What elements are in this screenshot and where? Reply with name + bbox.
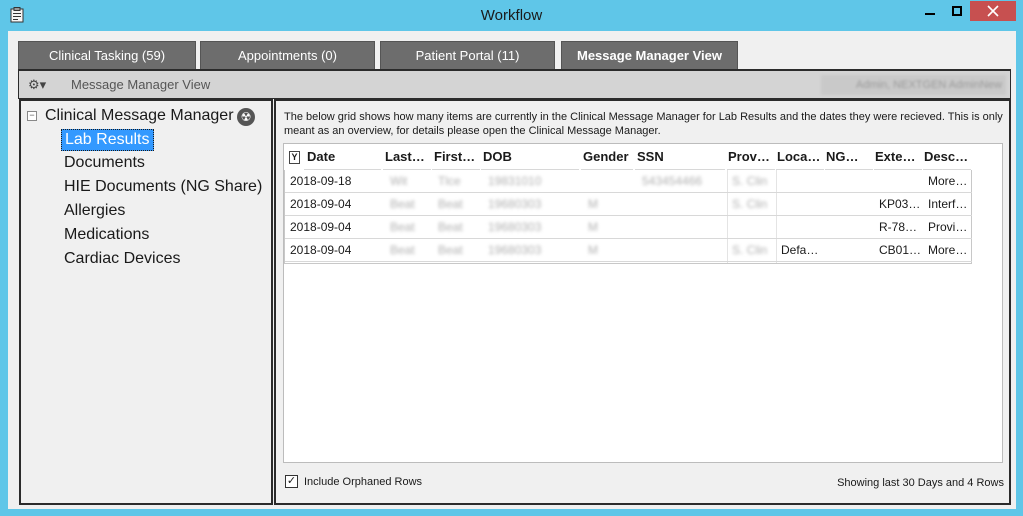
cell-gender: M [588,243,598,257]
cell-description: Interf… [928,197,968,211]
cell-location: Defa… [781,243,819,257]
grid-header: Y Date Last… First… DOB Gender SSN Prov…… [284,144,1002,170]
workflow-window: Workflow Clinical Tasking (59) Appointme… [0,0,1023,516]
tree-item-cardiac-devices[interactable]: Cardiac Devices [61,249,183,271]
tree-item-hie-documents[interactable]: HIE Documents (NG Share) [61,177,265,199]
overview-description: The below grid shows how many items are … [284,111,1003,137]
column-header-first-name[interactable]: First… [434,149,480,164]
grid-body: 2018-09-18 Wit Tlce 19831010 543454466 S… [284,170,972,264]
tab-message-manager-view[interactable]: Message Manager View [561,41,738,69]
results-grid[interactable]: Y Date Last… First… DOB Gender SSN Prov…… [283,143,1003,463]
grid-status-text: Showing last 30 Days and 4 Rows [837,477,1004,489]
tab-patient-portal[interactable]: Patient Portal (11) [380,41,555,69]
cell-description: More… [928,243,968,257]
window-title: Workflow [480,7,543,24]
cell-description: More… [928,174,968,188]
cell-first-name: Tlce [438,174,461,188]
column-header-external[interactable]: Exte… [875,149,921,164]
cell-provider: S. Clin [732,174,768,188]
overview-panel: The below grid shows how many items are … [274,99,1011,505]
gear-icon[interactable]: ⚙▾ [28,76,54,94]
radiation-icon[interactable]: ☢ [237,108,255,126]
column-header-provider[interactable]: Prov… [728,149,774,164]
minimize-icon [925,13,935,15]
include-orphaned-checkbox[interactable]: ✓ [285,475,298,488]
minimize-button[interactable] [917,1,943,21]
cell-last-name: Beat [390,220,415,234]
close-button[interactable] [970,1,1016,21]
cell-dob: 19680303 [488,220,542,234]
column-header-last-name[interactable]: Last… [385,149,430,164]
toolbar: ⚙▾ Message Manager View Admin, NEXTGEN A… [18,69,1011,99]
table-row[interactable]: 2018-09-04 Beat Beat 19680303 M S. Clin … [285,193,972,216]
toolbar-title: Message Manager View [71,77,211,92]
cell-dob: 19680303 [488,243,542,257]
cell-description: Provi… [928,220,968,234]
column-header-gender[interactable]: Gender [583,149,633,164]
cell-date: 2018-09-04 [290,197,352,211]
cell-date: 2018-09-04 [290,243,352,257]
tree-root[interactable]: − Clinical Message Manager [27,107,234,125]
table-row[interactable]: 2018-09-04 Beat Beat 19680303 M S. Clin … [285,239,972,262]
column-header-location[interactable]: Loca… [777,149,823,164]
tree-item-allergies[interactable]: Allergies [61,201,128,223]
include-orphaned-label: Include Orphaned Rows [304,475,423,488]
maximize-button[interactable] [943,1,970,21]
cell-external: CB01… [879,243,922,257]
tree-panel: − Clinical Message Manager ☢ Lab Results… [19,99,273,505]
cell-first-name: Beat [438,243,463,257]
close-icon [987,5,999,17]
cell-last-name: Beat [390,243,415,257]
column-header-ssn[interactable]: SSN [637,149,722,164]
client-area: Clinical Tasking (59) Appointments (0) P… [8,31,1016,509]
cell-last-name: Wit [390,174,408,188]
tab-clinical-tasking[interactable]: Clinical Tasking (59) [18,41,196,69]
table-row[interactable]: 2018-09-04 Beat Beat 19680303 M R-78… Pr… [285,216,972,239]
cell-dob: 19831010 [488,174,542,188]
filter-icon[interactable]: Y [289,151,300,164]
tree-item-lab-results[interactable]: Lab Results [61,129,154,151]
cell-provider: S. Clin [732,243,768,257]
cell-date: 2018-09-18 [290,174,352,188]
user-name-label: Admin, NEXTGEN AdminNew [821,75,1006,95]
column-header-dob[interactable]: DOB [483,149,573,164]
tree-item-documents[interactable]: Documents [61,153,148,175]
cell-date: 2018-09-04 [290,220,352,234]
cell-gender: M [588,220,598,234]
cell-provider: S. Clin [732,197,768,211]
cell-first-name: Beat [438,220,463,234]
column-header-ng[interactable]: NG… [826,149,866,164]
cell-dob: 19680303 [488,197,542,211]
tab-strip: Clinical Tasking (59) Appointments (0) P… [8,31,1016,69]
table-row[interactable]: 2018-09-18 Wit Tlce 19831010 543454466 S… [285,170,972,193]
cell-ssn: 543454466 [642,174,703,188]
title-bar[interactable]: Workflow [0,0,1023,30]
maximize-icon [951,6,962,16]
collapse-icon[interactable]: − [27,111,37,121]
column-header-date[interactable]: Date [307,149,377,164]
column-header-description[interactable]: Desc… [924,149,971,164]
cell-external: KP03… [879,197,921,211]
cell-last-name: Beat [390,197,415,211]
tree-item-medications[interactable]: Medications [61,225,152,247]
tab-appointments[interactable]: Appointments (0) [200,41,375,69]
cell-first-name: Beat [438,197,463,211]
cell-external: R-78… [879,220,918,234]
cell-gender: M [588,197,598,211]
include-orphaned-toggle[interactable]: ✓ Include Orphaned Rows [285,475,422,488]
tree-root-label: Clinical Message Manager [45,107,234,124]
